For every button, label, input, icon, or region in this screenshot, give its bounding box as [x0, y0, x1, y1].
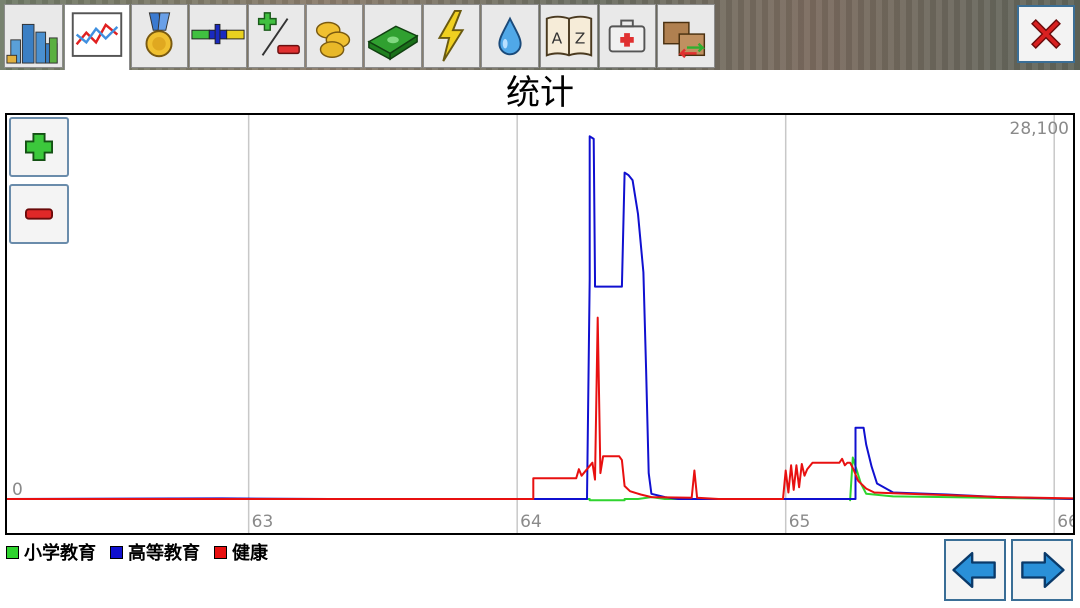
arrow-left-icon [952, 551, 996, 589]
city-icon [6, 23, 58, 64]
x-tick-label: 66 [1057, 512, 1073, 532]
y-tick-label-min: 0 [12, 480, 23, 500]
series-line-1 [7, 135, 1073, 500]
money-icon [367, 25, 419, 61]
svg-text:Z: Z [575, 30, 586, 48]
arrow-right-icon [1021, 551, 1065, 589]
legend-label: 小学教育 [24, 543, 96, 564]
series-line-2 [7, 316, 1073, 500]
tab-city[interactable] [4, 4, 63, 68]
close-button[interactable] [1017, 5, 1075, 63]
minus-icon [25, 208, 53, 220]
prev-button[interactable] [944, 539, 1006, 601]
trade-crates-icon [663, 21, 706, 59]
line-chart-icon [71, 12, 123, 57]
tab-achievements[interactable] [131, 4, 188, 68]
legend-label: 高等教育 [128, 543, 200, 564]
zoom-out-button[interactable] [9, 184, 69, 244]
water-drop-icon [498, 16, 522, 56]
x-tick-label: 63 [252, 512, 274, 532]
x-tick-label: 64 [520, 512, 542, 532]
y-tick-label-max: 28,100 [1010, 119, 1069, 139]
svg-text:A: A [552, 30, 563, 48]
tab-economy[interactable] [306, 4, 363, 68]
tab-health[interactable] [599, 4, 656, 68]
coins-icon [315, 21, 351, 58]
tab-water[interactable] [481, 4, 539, 68]
medal-icon [145, 12, 173, 58]
tab-ratings[interactable] [189, 4, 247, 68]
tab-statistics[interactable] [64, 4, 130, 70]
first-aid-kit-icon [608, 19, 646, 53]
tab-budget[interactable] [248, 4, 305, 68]
plus-minus-icon [257, 12, 300, 56]
page-title: 统计 [506, 73, 574, 113]
plus-icon [25, 133, 53, 161]
legend-item-primary-education: 小学教育 [6, 539, 96, 565]
ratings-bar-icon [191, 23, 245, 45]
dictionary-icon: A Z [545, 15, 593, 57]
close-icon [1031, 19, 1061, 49]
x-tick-label: 65 [789, 512, 811, 532]
title-bar: 统计 [0, 70, 1080, 114]
legend-swatch [110, 545, 123, 559]
legend-label: 健康 [232, 543, 268, 564]
tab-energy[interactable] [423, 4, 480, 68]
tab-dictionary[interactable]: A Z [540, 4, 598, 68]
chart-legend: 小学教育 高等教育 健康 [6, 540, 282, 564]
legend-swatch [6, 545, 19, 559]
next-button[interactable] [1011, 539, 1073, 601]
legend-swatch [214, 545, 227, 559]
legend-item-health: 健康 [214, 539, 268, 565]
zoom-in-button[interactable] [9, 117, 69, 177]
chart-area[interactable]: 63 64 65 66 0 28,100 [5, 113, 1075, 535]
legend-item-higher-education: 高等教育 [110, 539, 200, 565]
tab-trade[interactable] [657, 4, 715, 68]
statistics-chart[interactable]: 63 64 65 66 0 28,100 [7, 115, 1073, 533]
tab-loans[interactable] [364, 4, 422, 68]
lightning-icon [437, 9, 465, 62]
